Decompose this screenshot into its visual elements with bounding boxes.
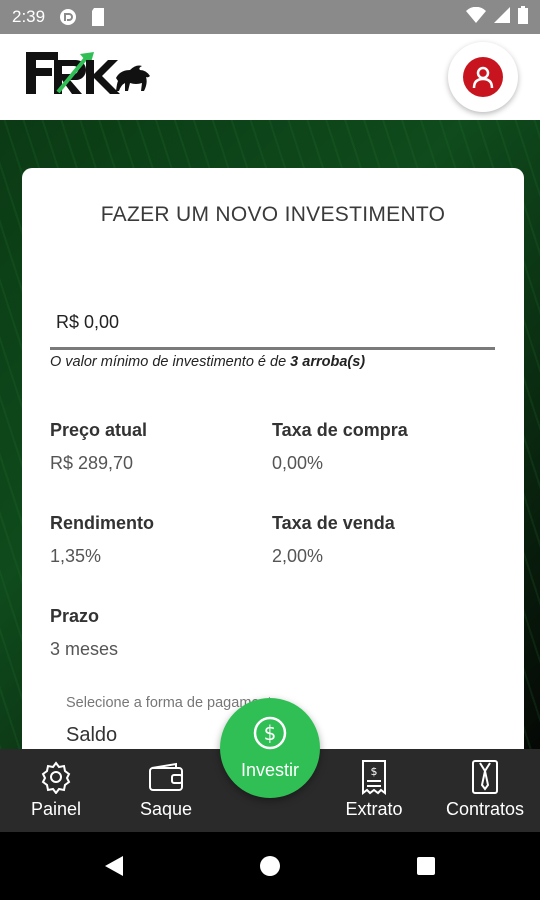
nav-painel[interactable]: Painel: [15, 749, 97, 832]
svg-text:$: $: [371, 765, 378, 778]
taxa-compra-label: Taxa de compra: [272, 420, 408, 440]
status-time: 2:39: [12, 7, 46, 26]
preco-atual-label: Preço atual: [50, 420, 148, 440]
back-icon[interactable]: [84, 832, 144, 900]
nav-extrato[interactable]: $ Extrato: [333, 749, 415, 832]
taxa-compra-value: 0,00%: [272, 453, 324, 473]
prazo-value: 3 meses: [50, 639, 119, 659]
prazo-label: Prazo: [50, 606, 100, 626]
receipt-icon: $: [356, 759, 392, 795]
minimum-note-text: O valor mínimo de investimento é de: [50, 354, 291, 370]
app-header: [0, 34, 540, 120]
status-bar: 2:39: [0, 0, 540, 34]
system-navigation-bar: [0, 832, 540, 900]
rendimento-value: 1,35%: [50, 546, 102, 566]
nav-contratos-label: Contratos: [445, 799, 525, 819]
amount-input[interactable]: [50, 298, 495, 350]
svg-text:$: $: [264, 721, 277, 745]
taxa-venda-value: 2,00%: [272, 546, 324, 566]
wallet-icon: [148, 759, 184, 795]
minimum-note-amount: 3 arroba(s): [290, 354, 366, 370]
nav-painel-label: Painel: [30, 799, 82, 819]
nav-contratos[interactable]: Contratos: [438, 749, 532, 832]
nav-extrato-label: Extrato: [345, 799, 403, 819]
pocket-casts-icon: [59, 8, 77, 26]
preco-atual-value: R$ 289,70: [50, 453, 134, 473]
minimum-note: O valor mínimo de investimento é de 3 ar…: [50, 354, 365, 370]
user-icon: [463, 57, 503, 97]
recents-icon[interactable]: [396, 832, 456, 900]
sd-card-icon: [89, 8, 107, 26]
investir-button[interactable]: $ Investir: [220, 698, 320, 798]
nav-saque-label: Saque: [139, 799, 193, 819]
home-icon[interactable]: [240, 832, 300, 900]
gear-icon: [38, 759, 74, 795]
signal-icon: [494, 6, 510, 28]
dollar-icon: $: [252, 715, 288, 756]
rendimento-label: Rendimento: [50, 513, 155, 533]
frk-logo: [24, 48, 154, 104]
battery-icon: [518, 5, 528, 29]
payment-method-select[interactable]: Saldo: [66, 724, 117, 747]
nav-saque[interactable]: Saque: [125, 749, 207, 832]
card-title: FAZER UM NOVO INVESTIMENTO: [100, 203, 446, 226]
wifi-icon: [466, 6, 486, 28]
contract-icon: [467, 759, 503, 795]
investir-label: Investir: [240, 760, 300, 780]
profile-button[interactable]: [448, 42, 518, 112]
investment-card: FAZER UM NOVO INVESTIMENTO O valor mínim…: [22, 168, 524, 768]
taxa-venda-label: Taxa de venda: [272, 513, 395, 533]
